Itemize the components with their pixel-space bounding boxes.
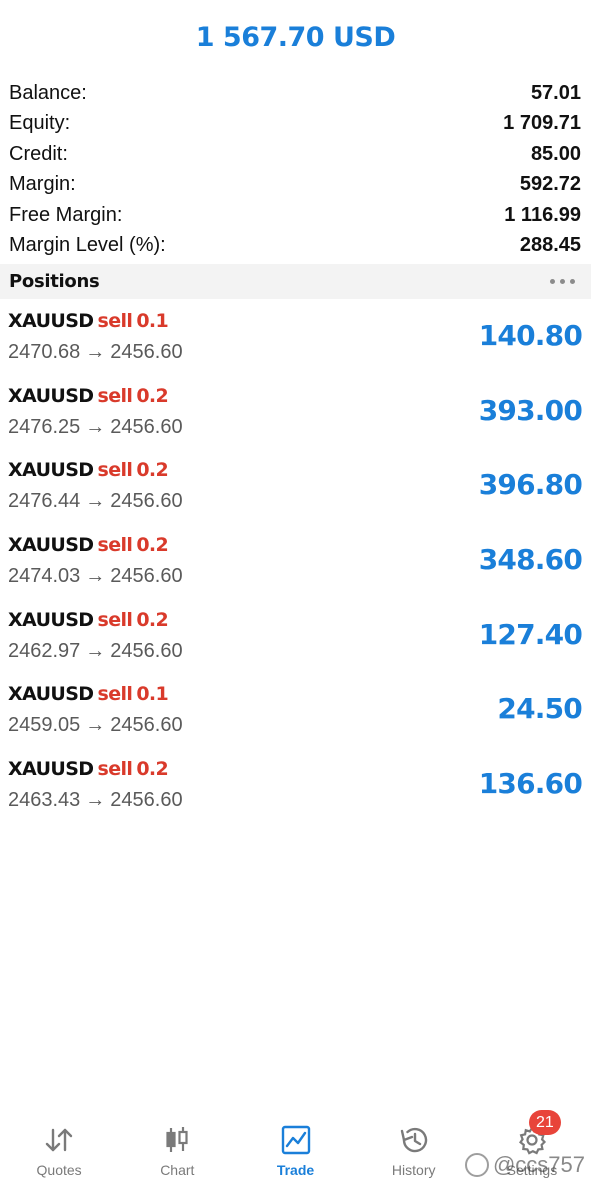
position-side: sell	[97, 608, 133, 631]
position-side: sell	[97, 384, 133, 407]
position-profit: 136.60	[478, 767, 583, 801]
position-side: sell	[97, 534, 133, 557]
position-profit: 140.80	[478, 319, 583, 352]
summary-row-free-margin: Free Margin: 1 116.99	[0, 200, 591, 231]
quotes-arrows-icon	[43, 1124, 75, 1156]
position-volume: 0.2	[136, 534, 169, 557]
summary-row-equity: Equity: 1 709.71	[0, 109, 591, 140]
right-arrow-icon: →	[85, 789, 106, 812]
positions-list: XAUUSD sell 0.1 2470.68 → 2456.60 140.80 XAU…	[0, 300, 591, 823]
position-volume: 0.1	[136, 310, 169, 332]
summary-value: 1 709.71	[503, 112, 581, 135]
position-volume: 0.2	[136, 758, 169, 781]
position-row[interactable]: XAUUSD sell 0.2 2476.44 → 2456.60 396.80	[0, 449, 591, 524]
position-volume: 0.2	[136, 384, 169, 407]
position-volume: 0.2	[136, 459, 169, 482]
trade-chart-icon	[281, 1124, 311, 1156]
position-open-price: 2470.68	[8, 341, 81, 363]
position-open-price: 2459.05	[8, 714, 81, 737]
position-profit: 393.00	[478, 393, 583, 427]
right-arrow-icon: →	[85, 565, 106, 588]
summary-row-credit: Credit: 85.00	[0, 139, 591, 170]
watermark-text: @ccs757	[492, 1152, 585, 1177]
tab-label: Chart	[160, 1162, 195, 1178]
positions-title: Positions	[9, 271, 100, 292]
right-arrow-icon: →	[85, 341, 106, 363]
right-arrow-icon: →	[85, 415, 106, 438]
tab-trade[interactable]: Trade	[236, 1116, 354, 1202]
position-open-price: 2476.44	[8, 490, 81, 513]
account-summary: Balance: 57.01 Equity: 1 709.71 Credit: …	[0, 78, 591, 261]
position-side: sell	[97, 459, 133, 482]
right-arrow-icon: →	[85, 714, 106, 737]
position-volume: 0.1	[136, 683, 169, 706]
tab-label: History	[391, 1162, 436, 1178]
summary-label: Balance:	[9, 81, 87, 104]
summary-label: Free Margin:	[9, 203, 123, 226]
position-side: sell	[97, 758, 133, 781]
history-clock-icon	[398, 1124, 430, 1156]
position-profit: 24.50	[497, 692, 582, 726]
position-symbol: XAUUSD	[8, 310, 94, 332]
position-current-price: 2456.60	[110, 415, 183, 438]
summary-row-balance: Balance: 57.01	[0, 78, 591, 109]
summary-row-margin-level: Margin Level (%): 288.45	[0, 231, 591, 262]
position-current-price: 2456.60	[110, 789, 183, 812]
watermark: @ccs757	[464, 1152, 585, 1178]
summary-label: Margin Level (%):	[9, 234, 166, 257]
position-current-price: 2456.60	[110, 565, 183, 588]
position-open-price: 2463.43	[8, 789, 81, 812]
position-open-price: 2474.03	[8, 565, 81, 588]
position-open-price: 2462.97	[8, 639, 81, 662]
tab-chart[interactable]: Chart	[118, 1116, 236, 1202]
candlestick-icon	[164, 1124, 190, 1156]
right-arrow-icon: →	[85, 490, 106, 513]
summary-value: 57.01	[530, 81, 581, 104]
position-side: sell	[97, 683, 133, 706]
position-current-price: 2456.60	[110, 714, 183, 737]
tab-label: Quotes	[36, 1162, 82, 1178]
summary-row-margin: Margin: 592.72	[0, 170, 591, 201]
position-row[interactable]: XAUUSD sell 0.2 2474.03 → 2456.60 348.60	[0, 524, 591, 599]
notification-badge: 21	[528, 1110, 561, 1135]
positions-section-header: Positions	[0, 264, 591, 299]
position-symbol: XAUUSD	[8, 683, 94, 706]
tab-history[interactable]: History	[355, 1116, 473, 1202]
position-symbol: XAUUSD	[8, 459, 94, 482]
position-symbol: XAUUSD	[8, 534, 94, 557]
position-row[interactable]: XAUUSD sell 0.2 2463.43 → 2456.60 136.60	[0, 748, 591, 823]
position-open-price: 2476.25	[8, 415, 81, 438]
position-current-price: 2456.60	[110, 341, 183, 363]
summary-label: Equity:	[9, 112, 71, 135]
summary-value: 85.00	[530, 142, 581, 165]
position-symbol: XAUUSD	[8, 384, 94, 407]
position-row[interactable]: XAUUSD sell 0.2 2462.97 → 2456.60 127.40	[0, 599, 591, 674]
tab-quotes[interactable]: Quotes	[0, 1116, 118, 1202]
total-equity-header: 1 567.70 USD	[195, 22, 396, 53]
right-arrow-icon: →	[85, 639, 106, 662]
weibo-logo-icon	[464, 1153, 489, 1177]
summary-value: 592.72	[519, 173, 581, 196]
position-symbol: XAUUSD	[8, 758, 94, 781]
tab-label: Trade	[276, 1162, 315, 1178]
position-current-price: 2456.60	[110, 639, 183, 662]
position-profit: 348.60	[478, 543, 583, 577]
more-horizontal-icon[interactable]	[550, 279, 575, 284]
position-symbol: XAUUSD	[8, 608, 94, 631]
summary-value: 1 116.99	[504, 203, 581, 226]
position-profit: 396.80	[478, 468, 583, 502]
position-profit: 127.40	[478, 617, 583, 651]
summary-label: Credit:	[9, 142, 68, 165]
summary-label: Margin:	[9, 173, 76, 196]
position-row[interactable]: XAUUSD sell 0.1 2470.68 → 2456.60 140.80	[0, 300, 591, 375]
position-row[interactable]: XAUUSD sell 0.1 2459.05 → 2456.60 24.50	[0, 673, 591, 748]
position-row[interactable]: XAUUSD sell 0.2 2476.25 → 2456.60 393.00	[0, 375, 591, 450]
position-side: sell	[97, 310, 133, 332]
position-volume: 0.2	[136, 608, 169, 631]
summary-value: 288.45	[519, 234, 581, 257]
position-current-price: 2456.60	[110, 490, 183, 513]
